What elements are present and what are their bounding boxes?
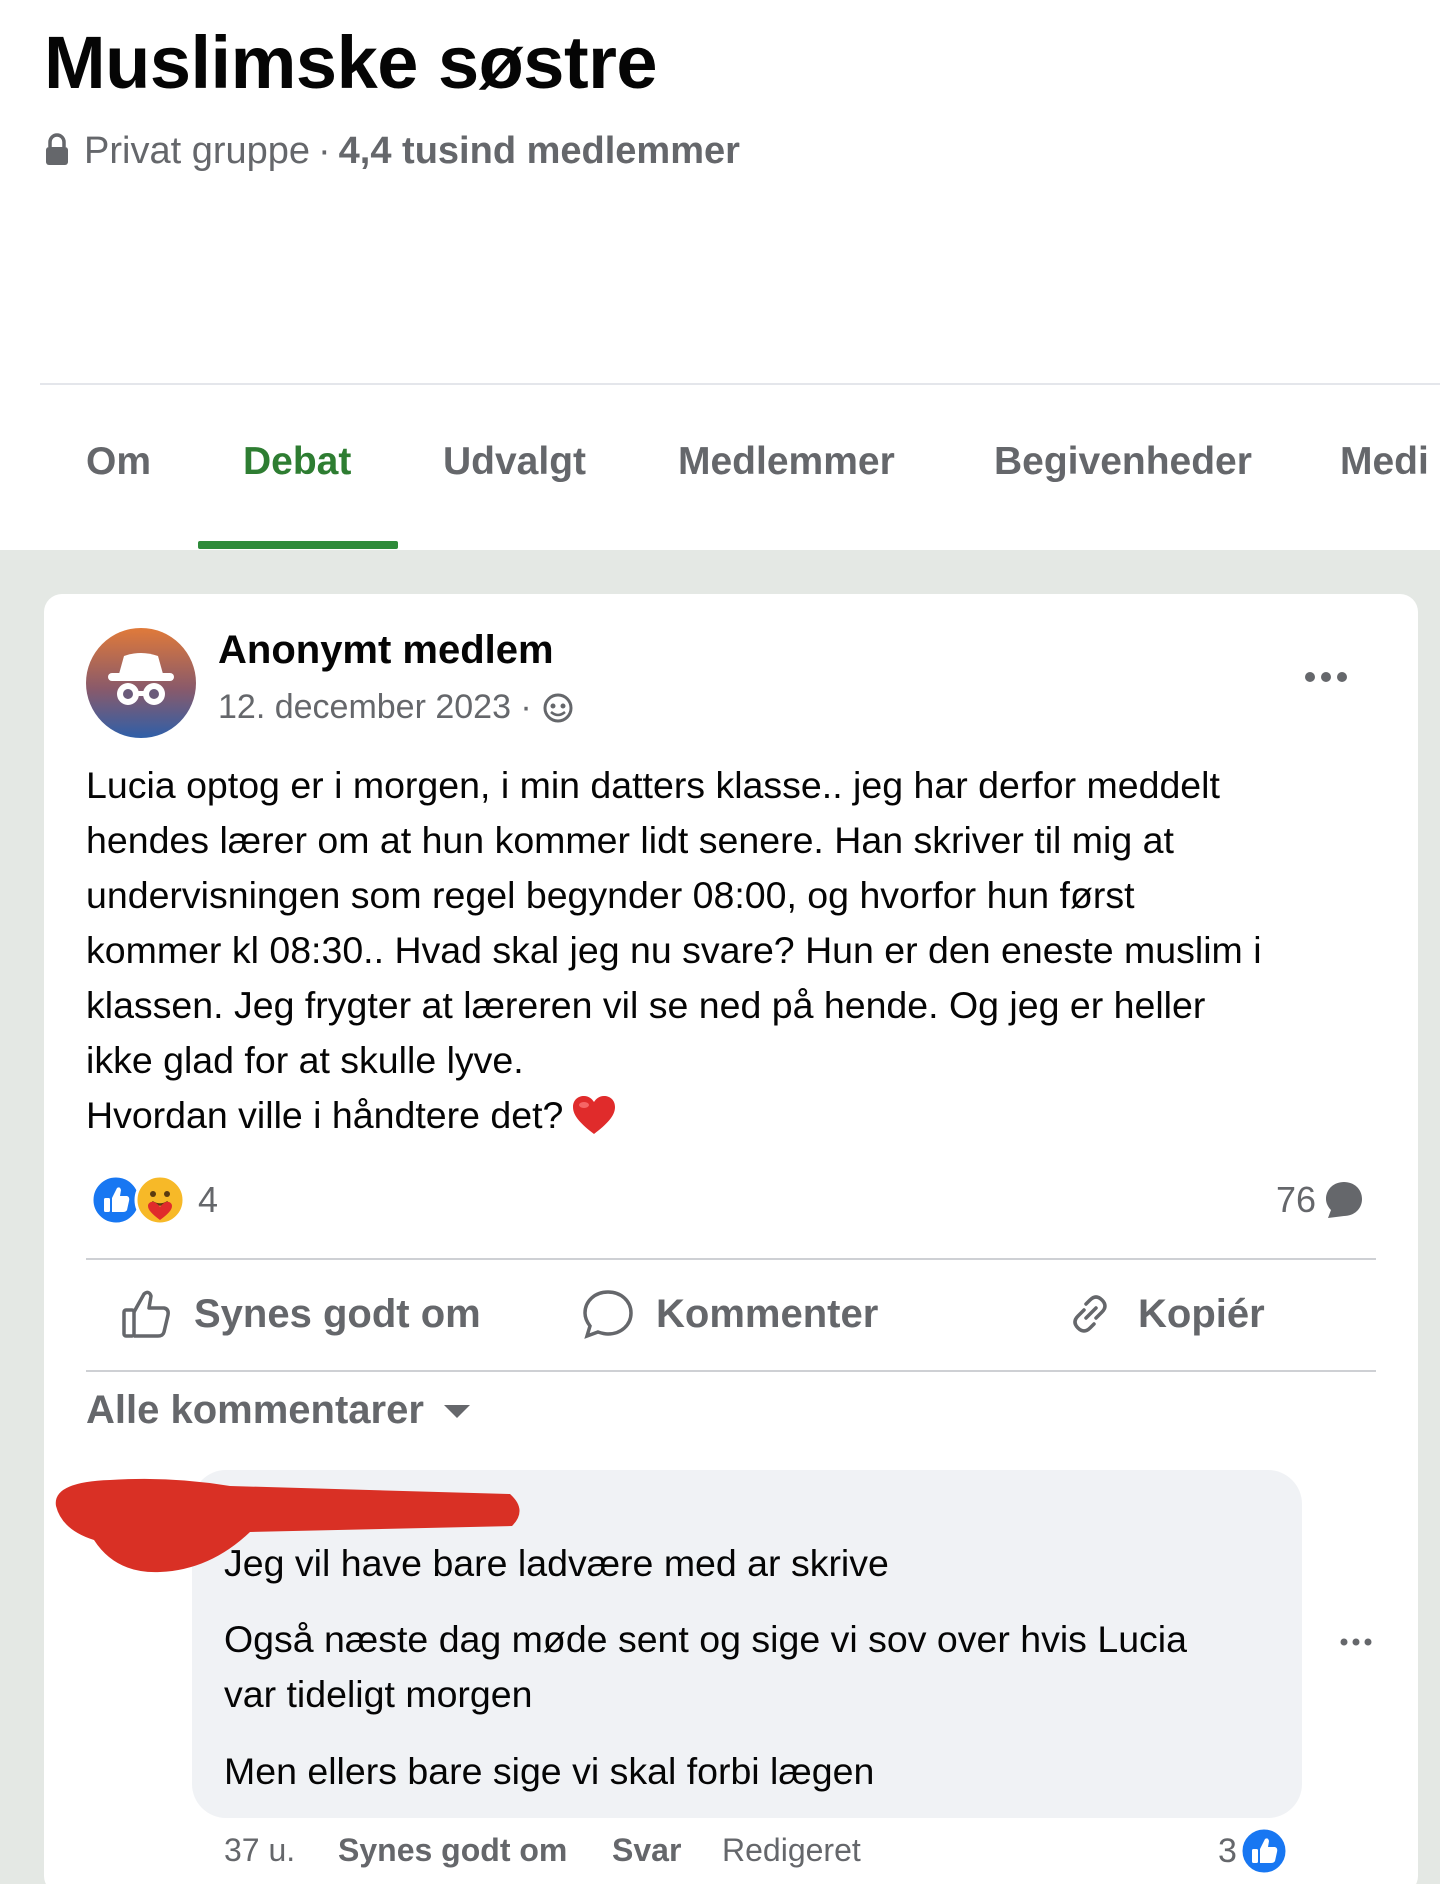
post-date-row: 12. december 2023 · [218,688,574,727]
tab-members[interactable]: Medlemmer [678,440,895,484]
actions-divider [86,1370,1376,1372]
post-line: Lucia optog er i morgen, i min datters k… [86,764,1220,806]
tab-events[interactable]: Begivenheder [994,440,1252,484]
comment-time[interactable]: 37 u. [224,1832,295,1869]
like-button[interactable]: Synes godt om [118,1286,481,1342]
member-count[interactable]: 4,4 tusind medlemmer [339,130,740,173]
post-author[interactable]: Anonymt medlem [218,628,554,673]
post-line: undervisningen som regel begynder 08:00,… [86,874,1135,916]
reactions-summary[interactable]: 4 [90,1174,218,1226]
post-line: kommer kl 08:30.. Hvad skal jeg nu svare… [86,929,1262,971]
comment-like-count[interactable]: 3 [1218,1826,1289,1876]
copy-link-label: Kopiér [1138,1291,1265,1336]
comment-button[interactable]: Kommenter [580,1286,878,1342]
post-line: ikke glad for at skulle lyve. [86,1039,524,1081]
comment-button-label: Kommenter [656,1291,879,1336]
lock-icon [46,132,68,165]
comment-like-button[interactable]: Synes godt om [338,1832,567,1869]
heart-icon [573,1096,616,1134]
copy-link-button[interactable]: Kopiér [1062,1286,1265,1342]
more-icon[interactable] [1298,662,1354,692]
avatar[interactable] [86,628,196,738]
anonymous-icon [108,653,174,705]
like-button-label: Synes godt om [194,1291,481,1336]
post-date[interactable]: 12. december 2023 · [218,688,532,727]
caret-down-icon [443,1404,470,1418]
post-line-last: Hvordan ville i håndtere det? [86,1088,1386,1143]
comment-edited-label: Redigeret [722,1832,861,1868]
comment-line: Men ellers bare sige vi skal forbi lægen [224,1750,875,1792]
comment-icon [583,1290,633,1339]
tab-featured[interactable]: Udvalgt [443,440,586,484]
comments-filter[interactable]: Alle kommentarer [86,1388,472,1433]
post-line: Hvordan ville i håndtere det? [86,1094,564,1136]
tab-discussion[interactable]: Debat [243,440,351,484]
post-divider [86,1258,1376,1260]
comment-line: var tideligt morgen [224,1673,533,1715]
comment-count[interactable]: 76 [1276,1178,1366,1222]
tab-about[interactable]: Om [86,440,151,484]
comment-line: Jeg vil have bare ladvære med ar skrive [224,1542,889,1584]
group-title[interactable]: Muslimske søstre [44,20,658,105]
comment-like-count-value: 3 [1218,1831,1237,1870]
post-line: hendes lærer om at hun kommer lidt sener… [86,819,1174,861]
reaction-count: 4 [198,1179,219,1220]
link-icon [1073,1295,1107,1333]
comments-filter-label: Alle kommentarer [86,1388,424,1432]
active-tab-indicator [198,541,398,549]
thumbs-up-icon [122,1290,170,1338]
like-reaction-icon [1239,1826,1289,1876]
comment-line: Også næste dag møde sent og sige vi sov … [224,1618,1187,1660]
comment-count-value: 76 [1276,1179,1317,1220]
privacy-label: Privat gruppe [84,130,311,172]
group-tabs: Om Debat Udvalgt Medlemmer Begivenheder … [0,440,1440,550]
group-meta: Privat gruppe · 4,4 tusind medlemmer [44,130,740,173]
care-reaction-icon [134,1174,186,1226]
comment-bubble-icon [1326,1182,1363,1218]
comment-more-icon[interactable] [1338,1632,1374,1652]
post-line: klassen. Jeg frygter at læreren vil se n… [86,984,1206,1026]
meta-separator: · [318,130,331,172]
globe-icon [543,693,573,722]
header-divider [40,383,1440,385]
post-body: Lucia optog er i morgen, i min datters k… [86,758,1386,1143]
comment-reply-button[interactable]: Svar [612,1832,681,1869]
tab-media[interactable]: Medi [1340,440,1440,484]
